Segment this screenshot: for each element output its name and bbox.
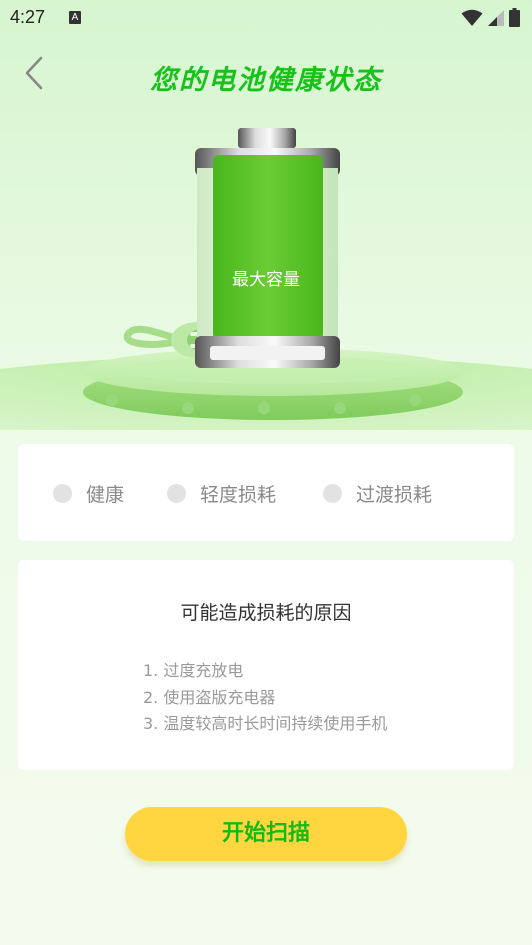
- option-label: 过渡损耗: [356, 484, 433, 506]
- radio-dot: [323, 484, 342, 503]
- status-options-card: 健康 轻度损耗 过渡损耗: [18, 444, 514, 541]
- status-bar: 4:27 A: [0, 0, 532, 36]
- option-light-wear[interactable]: 轻度损耗: [167, 480, 276, 507]
- page-title: 您的电池健康状态: [150, 65, 382, 96]
- option-label: 健康: [86, 484, 125, 506]
- status-icons: [461, 8, 520, 27]
- list-item: 1. 过度充放电: [143, 661, 244, 680]
- reasons-title: 可能造成损耗的原因: [180, 602, 352, 624]
- battery-capacity-label: 最大容量: [232, 270, 300, 290]
- battery-icon: [509, 8, 520, 27]
- radio-dot: [167, 484, 186, 503]
- status-time: 4:27: [10, 7, 46, 27]
- start-scan-button[interactable]: 开始扫描: [125, 807, 407, 861]
- reasons-list: 1. 过度充放电 2. 使用盗版充电器 3. 温度较高时长时间持续使用手机: [143, 658, 387, 738]
- option-healthy[interactable]: 健康: [53, 480, 124, 507]
- battery-fill: [213, 155, 323, 340]
- wear-reasons-card: 可能造成损耗的原因 1. 过度充放电 2. 使用盗版充电器 3. 温度较高时长时…: [18, 560, 514, 770]
- notification-icon: A: [69, 11, 81, 24]
- list-item: 3. 温度较高时长时间持续使用手机: [143, 714, 388, 733]
- list-item: 2. 使用盗版充电器: [143, 687, 276, 707]
- option-heavy-wear[interactable]: 过渡损耗: [323, 480, 432, 507]
- wifi-icon: [461, 9, 483, 26]
- signal-icon: [488, 9, 504, 26]
- charging-cable: [123, 325, 179, 348]
- radio-dot: [53, 484, 72, 503]
- option-label: 轻度损耗: [200, 484, 277, 506]
